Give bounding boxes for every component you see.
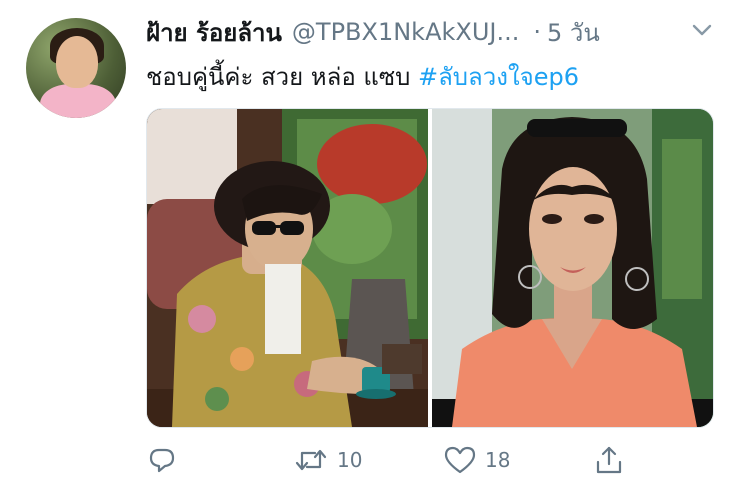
- retweet-icon: [295, 449, 327, 471]
- separator-dot: ·: [533, 18, 542, 46]
- heart-icon: [444, 446, 476, 474]
- tweet[interactable]: ฝ้าย ร้อยล้าน @TPBX1NkAkXUJ... · 5 วัน ช…: [0, 0, 741, 490]
- photo-woman[interactable]: [432, 109, 713, 427]
- like-button[interactable]: 18: [443, 440, 510, 480]
- tweet-text: ชอบคู่นี้ค่ะ สวย หล่อ แซบ #ลับลวงใจep6: [146, 57, 579, 96]
- avatar-shirt: [40, 84, 116, 118]
- display-name[interactable]: ฝ้าย ร้อยล้าน: [146, 13, 282, 52]
- hashtag-link[interactable]: #ลับลวงใจep6: [418, 63, 579, 91]
- avatar-face: [56, 36, 98, 88]
- reply-icon: [149, 448, 175, 473]
- timestamp[interactable]: 5 วัน: [547, 13, 600, 52]
- photo-woman-drawing: [432, 109, 713, 427]
- tweet-actions: 10 18: [146, 440, 726, 480]
- tweet-body: ชอบคู่นี้ค่ะ สวย หล่อ แซบ: [146, 63, 418, 91]
- avatar[interactable]: [26, 18, 126, 118]
- tweet-header: ฝ้าย ร้อยล้าน @TPBX1NkAkXUJ... · 5 วัน: [146, 12, 726, 52]
- user-handle[interactable]: @TPBX1NkAkXUJ...: [292, 18, 519, 46]
- share-icon: [596, 446, 622, 474]
- share-button[interactable]: [593, 440, 625, 480]
- reply-button[interactable]: [146, 440, 178, 480]
- chevron-down-icon[interactable]: [690, 20, 714, 40]
- photo-man-drawing: [147, 109, 428, 427]
- like-count: 18: [485, 448, 511, 472]
- photo-man[interactable]: [147, 109, 428, 427]
- retweet-count: 10: [337, 448, 363, 472]
- retweet-button[interactable]: 10: [293, 440, 362, 480]
- media-grid: [146, 108, 714, 428]
